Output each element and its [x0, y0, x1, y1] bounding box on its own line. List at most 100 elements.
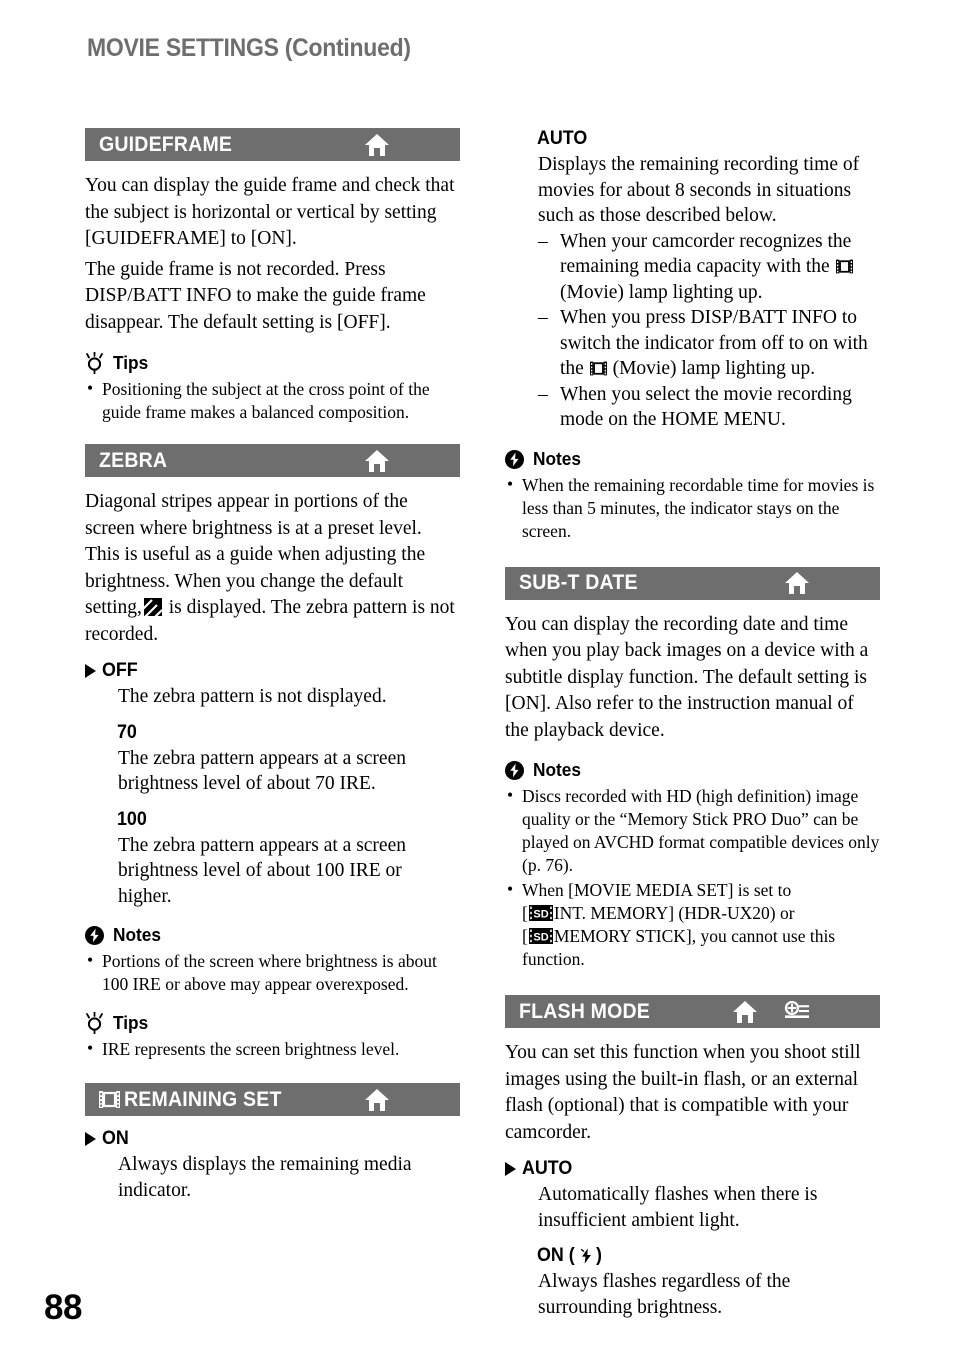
notes-header-remaining-set: Notes: [505, 449, 880, 470]
home-icon: [732, 1000, 758, 1024]
note-bracket-open: [: [522, 903, 528, 923]
notes-header-sub-t-date: Notes: [505, 760, 880, 781]
section-icons: [364, 449, 448, 473]
option-description: The zebra pattern appears at a screen br…: [118, 747, 406, 795]
section-icons: [732, 1000, 868, 1024]
list-item: When you press DISP/BATT INFO to switch …: [538, 305, 880, 382]
list-item: When your camcorder recognizes the remai…: [538, 229, 880, 306]
sd-memory-icon: SD: [528, 905, 553, 921]
tips-list-zebra: IRE represents the screen brightness lev…: [85, 1037, 460, 1061]
film-strip-icon: [589, 360, 607, 377]
option-name: 100: [117, 808, 147, 830]
page-number: 88: [44, 1288, 82, 1327]
tips-list-guideframe: Positioning the subject at the cross poi…: [85, 377, 460, 424]
film-strip-icon: [835, 258, 853, 275]
default-setting-triangle-icon: [85, 1132, 96, 1146]
option-description: The zebra pattern is not displayed.: [118, 686, 387, 707]
section-icons: [784, 571, 868, 595]
film-strip-icon: [99, 1089, 120, 1110]
note-bracket-open-2: [: [522, 926, 528, 946]
zebra-option-70: 70 The zebra pattern appears at a screen…: [85, 722, 460, 797]
tips-header-zebra: Tips: [85, 1012, 460, 1034]
home-icon: [364, 1088, 390, 1112]
dash-text-part2: (Movie) lamp lighting up.: [612, 358, 816, 379]
section-header-zebra: ZEBRA: [85, 444, 460, 477]
zebra-option-100: 100 The zebra pattern appears at a scree…: [85, 809, 460, 910]
option-description: The zebra pattern appears at a screen br…: [118, 834, 406, 907]
home-icon: [364, 133, 390, 157]
page-header-title: MOVIE SETTINGS (Continued): [87, 34, 411, 62]
home-icon: [784, 571, 810, 595]
remaining-set-option-auto: AUTO Displays the remaining recording ti…: [505, 128, 880, 229]
notes-label: Notes: [533, 760, 582, 780]
zebra-pattern-icon: [143, 598, 162, 616]
option-name: AUTO: [537, 128, 588, 149]
list-item: Discs recorded with HD (high definition)…: [505, 784, 880, 877]
flash-mode-body: You can set this function when you shoot…: [505, 1042, 861, 1143]
option-heading: ON: [85, 1128, 460, 1150]
tip-lightbulb-icon: [85, 352, 104, 374]
section-header-flash-mode: FLASH MODE: [505, 995, 880, 1028]
note-icon: [505, 449, 524, 469]
option-description: Always displays the remaining media indi…: [118, 1154, 412, 1201]
option-name-suffix: ): [596, 1245, 603, 1266]
dash-text-part2: (Movie) lamp lighting up.: [560, 281, 763, 303]
list-item: IRE represents the screen brightness lev…: [85, 1037, 460, 1061]
guideframe-body-2: The guide frame is not recorded. Press D…: [85, 258, 426, 333]
sub-t-date-body: You can display the recording date and t…: [505, 613, 869, 741]
right-column: AUTO Displays the remaining recording ti…: [505, 128, 880, 1320]
notes-list-sub-t-date: Discs recorded with HD (high definition)…: [505, 784, 880, 971]
option-name: AUTO: [522, 1158, 573, 1179]
flash-mode-option-auto: AUTO Automatically flashes when there is…: [505, 1158, 880, 1233]
note-icon: [505, 761, 524, 780]
list-item: When you select the movie recording mode…: [538, 382, 880, 433]
section-icons: [364, 133, 448, 157]
option-heading: ON ( ): [505, 1245, 880, 1267]
section-title: SUB-T DATE: [519, 571, 638, 594]
list-item: Positioning the subject at the cross poi…: [85, 377, 460, 424]
option-heading: AUTO: [505, 1158, 880, 1180]
default-setting-triangle-icon: [505, 1162, 516, 1176]
option-icon: [784, 1000, 810, 1023]
section-title: GUIDEFRAME: [99, 132, 233, 156]
option-heading: AUTO: [505, 128, 880, 150]
notes-list-remaining-set: When the remaining recordable time for m…: [505, 473, 880, 543]
notes-label: Notes: [113, 925, 162, 945]
option-heading: OFF: [85, 660, 460, 682]
auto-conditions: When your camcorder recognizes the remai…: [505, 229, 880, 433]
option-description: Automatically flashes when there is insu…: [538, 1184, 818, 1231]
sd-memory-icon: SD: [528, 928, 553, 944]
option-name-prefix: ON (: [537, 1245, 575, 1266]
section-title: FLASH MODE: [519, 999, 650, 1023]
manual-page: MOVIE SETTINGS (Continued) GUIDEFRAME Yo…: [0, 0, 954, 1357]
note-text-part1: When [MOVIE MEDIA SET] is set to: [522, 880, 792, 900]
option-name: 70: [117, 721, 137, 743]
list-item: Portions of the screen where brightness …: [85, 949, 460, 996]
section-header-remaining-set: REMAINING SET: [85, 1083, 460, 1116]
flash-mode-option-on: ON ( ) Always flashes regardless of the …: [505, 1245, 880, 1320]
section-title: REMAINING SET: [124, 1087, 282, 1111]
tips-label: Tips: [113, 352, 149, 373]
notes-header-zebra: Notes: [85, 925, 460, 946]
left-column: GUIDEFRAME You can display the guide fra…: [85, 128, 460, 1203]
zebra-body: Diagonal stripes appear in portions of t…: [85, 489, 460, 648]
dash-text-part1: When your camcorder recognizes the remai…: [560, 230, 852, 278]
option-description: Displays the remaining recording time of…: [538, 154, 860, 226]
tips-label: Tips: [113, 1012, 149, 1033]
section-header-guideframe: GUIDEFRAME: [85, 128, 460, 161]
note-text-part3: INT. MEMORY] (HDR-UX20) or: [553, 903, 795, 923]
home-icon: [364, 449, 390, 473]
note-icon: [85, 926, 104, 945]
option-name: ON: [102, 1128, 129, 1149]
flash-bolt-icon: [581, 1248, 592, 1264]
section-icons: [364, 1088, 448, 1112]
zebra-option-off: OFF The zebra pattern is not displayed.: [85, 660, 460, 710]
default-setting-triangle-icon: [85, 664, 96, 678]
svg-text:SD: SD: [533, 931, 548, 943]
list-item: When the remaining recordable time for m…: [505, 473, 880, 543]
option-name: OFF: [102, 660, 138, 681]
notes-label: Notes: [533, 448, 582, 469]
option-heading: 70: [85, 722, 460, 744]
list-item: When [MOVIE MEDIA SET] is set to [SD INT. …: [505, 878, 880, 971]
option-description: Always flashes regardless of the surroun…: [538, 1271, 791, 1318]
